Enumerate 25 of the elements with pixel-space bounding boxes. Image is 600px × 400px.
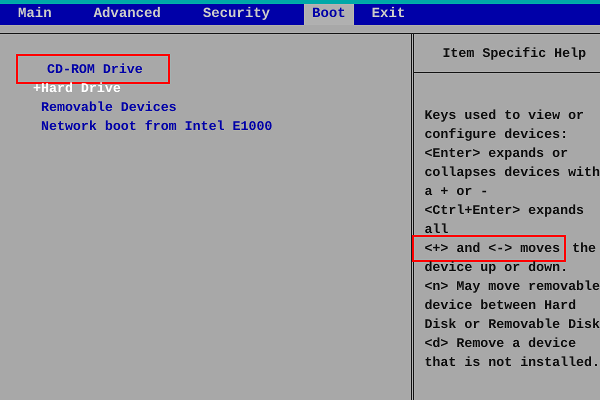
help-text: a + or - bbox=[424, 183, 488, 201]
help-title: Item Specific Help bbox=[442, 46, 586, 60]
help-text: device between Hard bbox=[424, 297, 576, 315]
help-text: Keys used to view or bbox=[424, 107, 584, 125]
menu-tab[interactable]: Security bbox=[194, 4, 278, 25]
menu-tab[interactable]: Exit bbox=[364, 4, 414, 25]
help-text: all bbox=[424, 221, 448, 239]
menu-tab[interactable]: Advanced bbox=[86, 4, 169, 25]
help-text: <Ctrl+Enter> expands bbox=[424, 202, 584, 220]
help-text: <+> and <-> moves bbox=[414, 237, 564, 260]
help-text: that is not installed. bbox=[424, 354, 600, 372]
help-text: device up or down. bbox=[424, 259, 568, 277]
help-text: <Enter> expands or bbox=[424, 145, 568, 163]
expand-marker: + bbox=[33, 81, 41, 96]
boot-device[interactable]: Network boot from Intel E1000 bbox=[41, 119, 272, 134]
menu-tab[interactable]: Main bbox=[10, 4, 60, 25]
help-text: collapses devices with bbox=[424, 164, 600, 182]
help-text: <d> Remove a device bbox=[424, 335, 576, 353]
boot-device[interactable]: Removable Devices bbox=[41, 100, 177, 115]
help-text: <n> May move removable bbox=[424, 278, 600, 296]
boot-device[interactable]: CD-ROM Drive bbox=[47, 62, 143, 76]
help-text: the bbox=[572, 240, 596, 258]
help-text: configure devices: bbox=[424, 126, 568, 144]
help-text: Disk or Removable Disk bbox=[424, 316, 600, 334]
menu-tab[interactable]: Boot bbox=[304, 4, 354, 25]
